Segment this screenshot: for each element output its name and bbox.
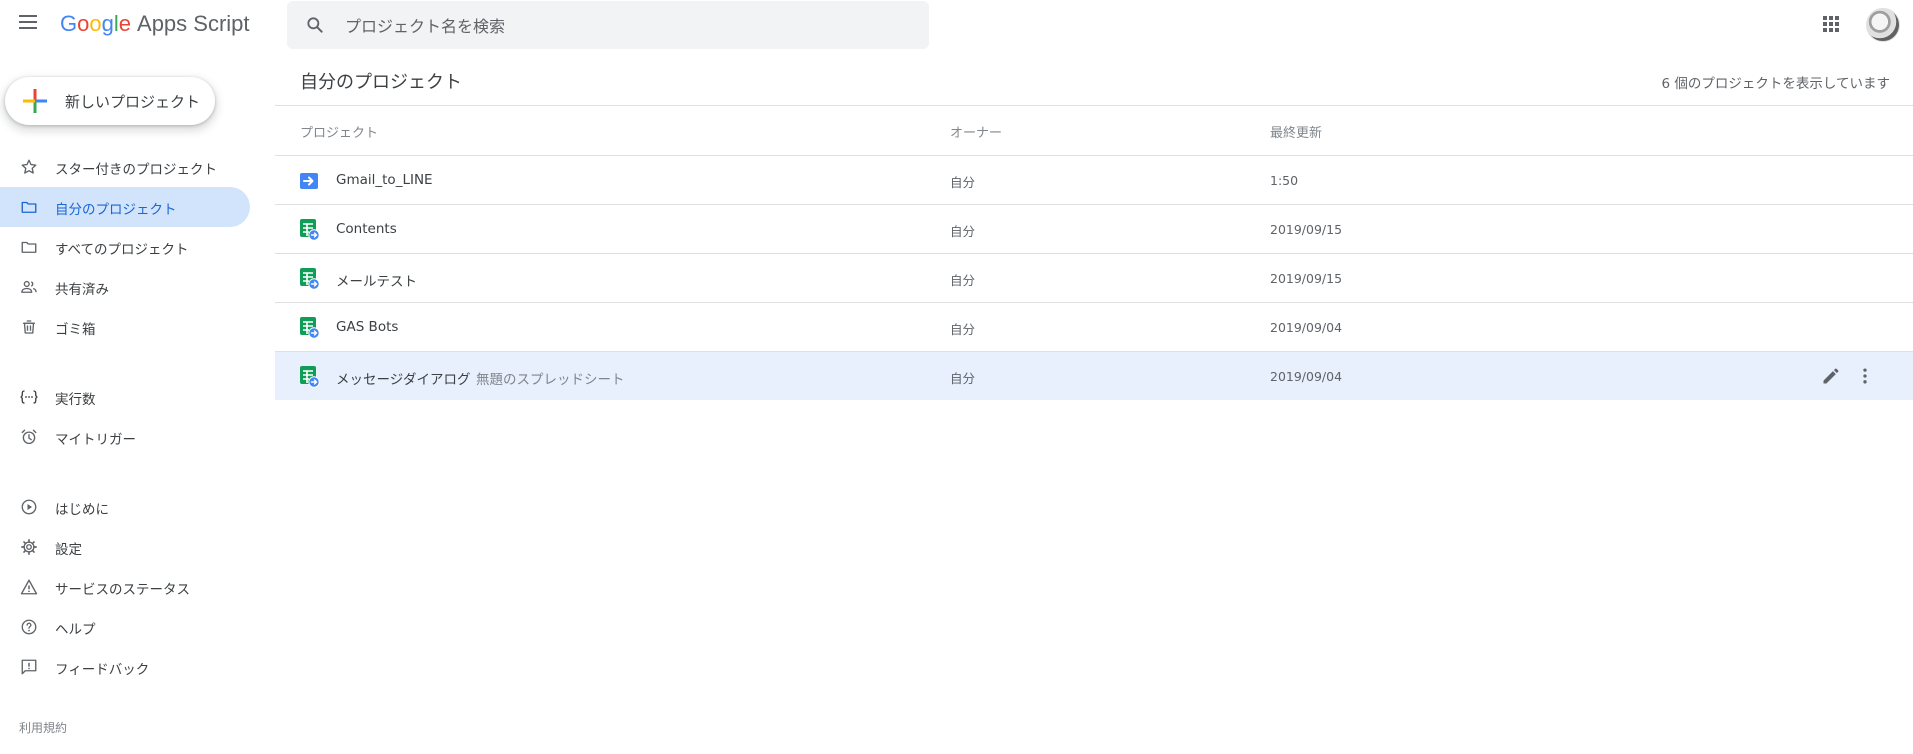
project-updated: 2019/09/04 bbox=[1270, 320, 1343, 335]
new-project-label: 新しいプロジェクト bbox=[65, 93, 201, 111]
project-name[interactable]: Gmail_to_LINE bbox=[336, 172, 433, 188]
project-updated: 1:50 bbox=[1270, 173, 1299, 188]
sidebar-item-label: 実行数 bbox=[55, 392, 96, 408]
play-circle-icon bbox=[21, 499, 37, 515]
sidebar-item-label: 自分のプロジェクト bbox=[55, 202, 177, 218]
search-icon[interactable] bbox=[305, 15, 325, 35]
people-icon bbox=[21, 280, 37, 293]
table-row[interactable]: Gmail_to_LINE 自分 1:50 bbox=[275, 156, 1913, 204]
sidebar-item-all-projects[interactable]: すべてのプロジェクト bbox=[0, 227, 250, 267]
table-row[interactable]: メールテスト 自分 2019/09/15 bbox=[275, 254, 1913, 302]
container-document-name[interactable]: 無題のスプレッドシート bbox=[476, 368, 625, 388]
sidebar-item-executions[interactable]: 実行数 bbox=[0, 377, 250, 417]
table-row[interactable]: Contents 自分 2019/09/15 bbox=[275, 205, 1913, 253]
executions-icon bbox=[20, 390, 38, 404]
trash-icon bbox=[23, 320, 35, 334]
sheets-bound-script-icon bbox=[300, 317, 320, 339]
alarm-icon bbox=[21, 429, 37, 445]
gear-icon bbox=[21, 539, 37, 555]
sidebar-item-label: 共有済み bbox=[55, 282, 109, 298]
project-name[interactable]: メールテスト bbox=[336, 270, 417, 290]
plus-icon bbox=[23, 89, 47, 113]
google-apps-icon[interactable] bbox=[1822, 15, 1840, 33]
search-input[interactable] bbox=[343, 1, 907, 51]
sidebar-item-label: ヘルプ bbox=[55, 622, 96, 638]
project-owner: 自分 bbox=[950, 175, 976, 190]
column-header-updated[interactable]: 最終更新 bbox=[1270, 122, 1322, 141]
project-updated: 2019/09/15 bbox=[1270, 271, 1343, 286]
sidebar-item-starred[interactable]: スター付きのプロジェクト bbox=[0, 147, 250, 187]
sidebar-item-my-triggers[interactable]: マイトリガー bbox=[0, 417, 250, 457]
edit-pencil-icon[interactable] bbox=[1821, 366, 1841, 386]
help-icon bbox=[21, 619, 37, 635]
folder-icon bbox=[21, 201, 37, 213]
project-owner: 自分 bbox=[950, 371, 976, 386]
sidebar-item-label: ゴミ箱 bbox=[55, 322, 96, 338]
sidebar-item-settings[interactable]: 設定 bbox=[0, 527, 250, 567]
product-name: Apps Script bbox=[137, 11, 250, 36]
divider bbox=[275, 105, 1913, 106]
warning-icon bbox=[20, 579, 38, 595]
sidebar-item-label: サービスのステータス bbox=[55, 582, 190, 598]
search-box[interactable] bbox=[287, 1, 929, 51]
table-row[interactable]: GAS Bots 自分 2019/09/04 bbox=[275, 303, 1913, 351]
project-owner: 自分 bbox=[950, 273, 976, 288]
sidebar-item-label: すべてのプロジェクト bbox=[55, 242, 189, 258]
project-owner: 自分 bbox=[950, 224, 976, 239]
hamburger-menu-icon[interactable] bbox=[19, 15, 37, 29]
project-name[interactable]: GAS Bots bbox=[336, 319, 398, 335]
top-bar: Google Apps Script bbox=[0, 0, 1913, 51]
project-name[interactable]: Contents bbox=[336, 221, 397, 237]
project-name[interactable]: メッセージダイアログ bbox=[336, 368, 470, 388]
column-header-project[interactable]: プロジェクト bbox=[300, 122, 378, 141]
sheets-bound-script-icon bbox=[300, 366, 320, 388]
more-vert-icon[interactable] bbox=[1855, 366, 1875, 386]
sheets-bound-script-icon bbox=[300, 219, 320, 241]
sidebar-item-getting-started[interactable]: はじめに bbox=[0, 487, 250, 527]
sidebar-item-label: はじめに bbox=[55, 502, 109, 518]
sidebar-item-service-status[interactable]: サービスのステータス bbox=[0, 567, 250, 607]
sidebar-item-feedback[interactable]: フィードバック bbox=[0, 647, 250, 687]
apps-script-project-icon bbox=[300, 173, 318, 189]
sidebar-item-shared[interactable]: 共有済み bbox=[0, 267, 250, 307]
sidebar-item-label: フィードバック bbox=[55, 662, 150, 678]
feedback-icon bbox=[21, 659, 37, 675]
column-header-owner[interactable]: オーナー bbox=[950, 122, 1002, 141]
sidebar-item-label: スター付きのプロジェクト bbox=[55, 162, 217, 178]
sidebar-item-trash[interactable]: ゴミ箱 bbox=[0, 307, 250, 347]
sheets-bound-script-icon bbox=[300, 268, 320, 290]
folder-icon bbox=[21, 241, 37, 253]
project-owner: 自分 bbox=[950, 322, 976, 337]
avatar[interactable] bbox=[1866, 8, 1900, 42]
page-title: 自分のプロジェクト bbox=[300, 72, 462, 93]
star-icon bbox=[21, 159, 37, 174]
sidebar-item-my-projects[interactable]: 自分のプロジェクト bbox=[0, 187, 250, 227]
project-updated: 2019/09/04 bbox=[1270, 369, 1343, 384]
sidebar-item-help[interactable]: ヘルプ bbox=[0, 607, 250, 647]
sidebar-item-label: マイトリガー bbox=[55, 432, 136, 448]
sidebar-item-label: 設定 bbox=[55, 542, 82, 558]
app-logo[interactable]: Google Apps Script bbox=[60, 11, 250, 37]
project-updated: 2019/09/15 bbox=[1270, 222, 1343, 237]
table-row[interactable]: メッセージダイアログ 無題のスプレッドシート 自分 2019/09/04 bbox=[275, 352, 1913, 400]
new-project-button[interactable]: 新しいプロジェクト bbox=[5, 77, 215, 125]
project-count: 6 個のプロジェクトを表示しています bbox=[1661, 76, 1890, 92]
terms-link[interactable]: 利用規約 bbox=[19, 719, 67, 736]
